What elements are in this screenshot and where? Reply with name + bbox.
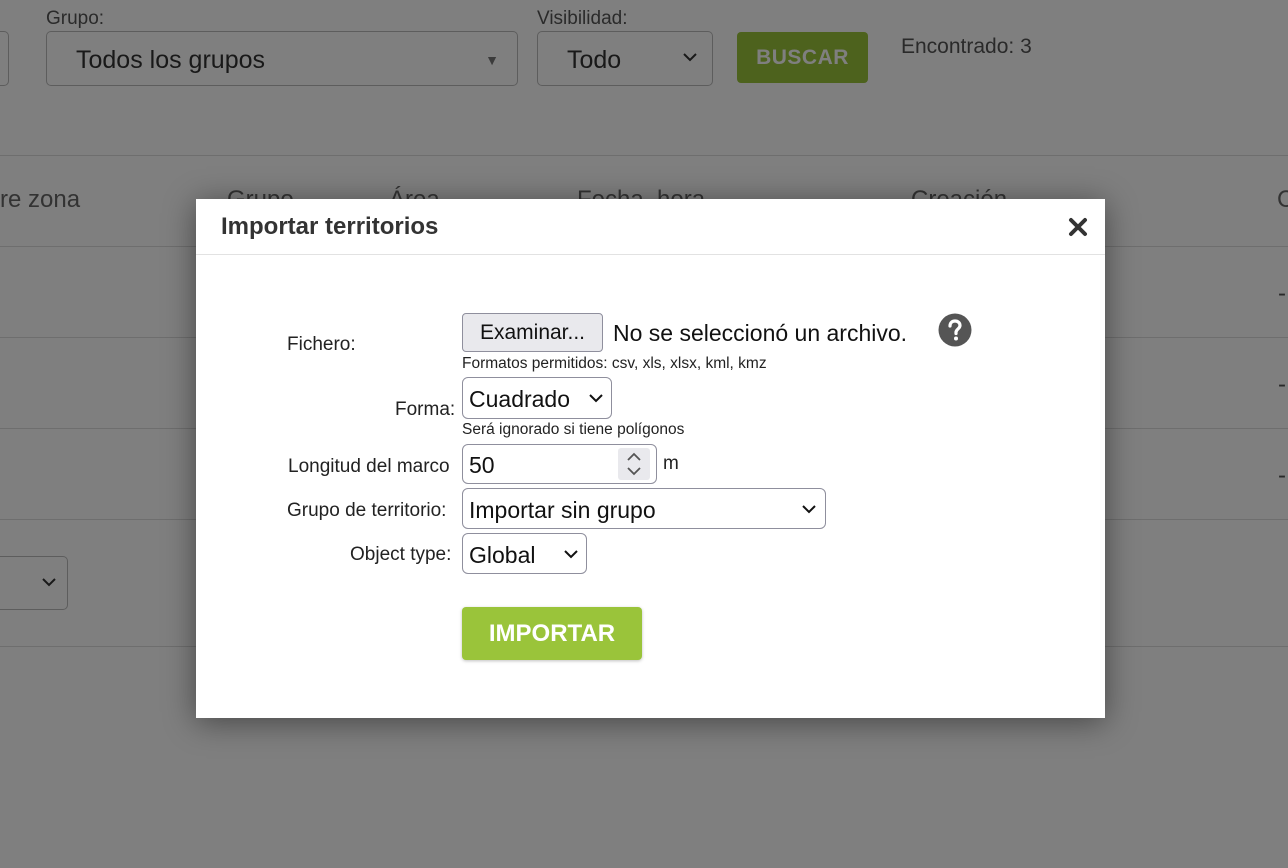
import-button[interactable]: IMPORTAR <box>462 607 642 660</box>
dialog-title: Importar territorios <box>221 213 439 240</box>
close-icon[interactable] <box>1066 215 1090 239</box>
frame-length-label: Longitud del marco <box>288 456 450 477</box>
object-type-value: Global <box>469 542 536 568</box>
frame-length-input[interactable]: 50 <box>462 444 657 484</box>
file-label: Fichero: <box>287 334 356 355</box>
frame-length-value: 50 <box>469 452 495 478</box>
dialog-header: Importar territorios <box>196 199 1105 255</box>
object-type-label: Object type: <box>350 544 452 565</box>
object-type-select[interactable]: Global <box>462 533 587 574</box>
shape-label: Forma: <box>395 399 456 420</box>
territory-group-select[interactable]: Importar sin grupo <box>462 488 826 529</box>
file-status-text: No se seleccionó un archivo. <box>613 320 908 346</box>
import-territories-dialog: Importar territorios Fichero: Examinar..… <box>196 199 1105 718</box>
file-formats-hint: Formatos permitidos: csv, xls, xlsx, kml… <box>462 355 767 372</box>
chevron-down-icon <box>802 505 816 514</box>
chevron-down-icon <box>589 394 603 403</box>
chevron-down-icon <box>564 550 578 559</box>
frame-length-unit: m <box>663 453 679 474</box>
browse-file-button[interactable]: Examinar... <box>462 313 603 352</box>
shape-select[interactable]: Cuadrado <box>462 377 612 419</box>
shape-hint: Será ignorado si tiene polígonos <box>462 421 685 438</box>
territory-group-value: Importar sin grupo <box>469 497 656 523</box>
shape-select-value: Cuadrado <box>469 386 571 412</box>
question-circle-icon[interactable] <box>938 313 972 347</box>
territory-group-label: Grupo de territorio: <box>287 500 447 521</box>
number-stepper-icon[interactable] <box>618 448 650 480</box>
